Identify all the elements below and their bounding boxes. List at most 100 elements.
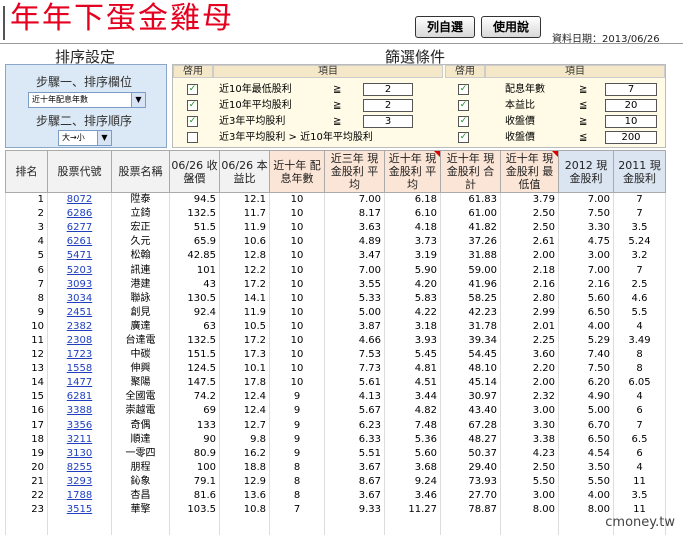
stock-code-link[interactable]: 1788 (67, 490, 92, 501)
filter-checkbox[interactable]: ✓ (187, 84, 198, 95)
stock-code-link[interactable]: 6281 (67, 391, 92, 402)
table-cell[interactable]: 1558 (47, 361, 112, 376)
col-header-3y-avg[interactable]: 近三年 現金股利 平均 (324, 150, 385, 193)
table-cell: 4.66 (324, 333, 385, 348)
table-cell[interactable]: 2451 (47, 305, 112, 320)
table-cell[interactable]: 2382 (47, 319, 112, 334)
comment-marker-icon (552, 151, 558, 157)
col-header-2011[interactable]: 2011 現金股利 (613, 150, 666, 193)
table-cell[interactable]: 3034 (47, 291, 112, 306)
table-cell[interactable]: 1788 (47, 488, 112, 503)
table-cell[interactable]: 3515 (47, 502, 112, 517)
table-cell: 65.9 (169, 234, 220, 249)
table-cell: 3.46 (384, 488, 441, 503)
filter-checkbox[interactable]: ✓ (458, 132, 469, 143)
chevron-down-icon[interactable]: ▼ (97, 131, 111, 145)
table-cell[interactable]: 3356 (47, 418, 112, 433)
stock-code-link[interactable]: 2308 (67, 335, 92, 346)
filter-value-input[interactable]: 10 (605, 115, 657, 128)
filter-checkbox[interactable]: ✓ (187, 116, 198, 127)
table-cell[interactable]: 6261 (47, 234, 112, 249)
col-header-pe[interactable]: 06/26 本益比 (219, 150, 270, 193)
stock-code-link[interactable]: 3130 (67, 448, 92, 459)
stock-code-link[interactable]: 1558 (67, 363, 92, 374)
stock-code-link[interactable]: 3034 (67, 293, 92, 304)
table-cell[interactable]: 5471 (47, 248, 112, 263)
table-cell: 2.01 (500, 319, 559, 334)
filter-checkbox[interactable]: ✓ (458, 116, 469, 127)
table-cell[interactable]: 8072 (47, 192, 112, 207)
table-cell: 6 (613, 446, 666, 461)
stock-code-link[interactable]: 5203 (67, 265, 92, 276)
col-header-rank[interactable]: 排名 (5, 150, 48, 193)
title-left-bar (3, 6, 5, 40)
stock-code-link[interactable]: 3388 (67, 405, 92, 416)
stock-code-link[interactable]: 3093 (67, 279, 92, 290)
table-row: 10 2382 廣達 63 10.5 10 3.87 3.18 31.78 2.01 4.00 4 (5, 319, 666, 334)
table-cell[interactable]: 6286 (47, 206, 112, 221)
table-cell[interactable]: 6277 (47, 220, 112, 235)
table-cell[interactable]: 3388 (47, 403, 112, 418)
table-cell: 4.00 (558, 319, 614, 334)
filter-checkbox[interactable] (187, 132, 198, 143)
col-header-10y-min[interactable]: 近十年 現金股利 最低值 (500, 150, 559, 193)
filter-value-input[interactable]: 20 (605, 99, 657, 112)
col-header-10y-total[interactable]: 近十年 現金股利 合計 (440, 150, 501, 193)
stock-code-link[interactable]: 6277 (67, 222, 92, 233)
filter-checkbox[interactable]: ✓ (187, 100, 198, 111)
stock-code-link[interactable]: 6286 (67, 208, 92, 219)
filter-value-input[interactable]: 2 (363, 83, 413, 96)
table-cell[interactable]: 5203 (47, 262, 112, 278)
stock-code-link[interactable]: 3211 (67, 434, 92, 445)
table-cell: 3.79 (500, 192, 559, 207)
stock-code-link[interactable]: 1477 (67, 377, 92, 388)
table-cell[interactable]: 1723 (47, 347, 112, 362)
stock-code-link[interactable]: 2451 (67, 307, 92, 318)
filter-value-input[interactable]: 2 (363, 99, 413, 112)
table-cell[interactable]: 3293 (47, 474, 112, 489)
table-cell: 順達 (111, 432, 170, 447)
table-cell[interactable]: 2308 (47, 333, 112, 348)
table-cell: 9 (269, 403, 325, 418)
chevron-down-icon[interactable]: ▼ (131, 93, 145, 107)
filter-label: 近3年平均股利 > 近10年平均股利 (219, 132, 373, 143)
table-cell: 147.5 (169, 375, 220, 390)
filter-checkbox[interactable]: ✓ (458, 100, 469, 111)
table-cell: 4.22 (384, 305, 441, 320)
col-header-dividend-years[interactable]: 近十年 配息年數 (269, 150, 325, 193)
stock-code-link[interactable]: 6261 (67, 236, 92, 247)
stock-code-link[interactable]: 2382 (67, 321, 92, 332)
table-cell[interactable]: 6281 (47, 389, 112, 404)
stock-code-link[interactable]: 3293 (67, 476, 92, 487)
filter-value-input[interactable]: 3 (363, 115, 413, 128)
stock-code-link[interactable]: 3356 (67, 420, 92, 431)
col-header-10y-avg[interactable]: 近十年 現金股利 平均 (384, 150, 441, 193)
add-to-watchlist-button[interactable]: 列自選 (415, 16, 475, 38)
table-cell: 3.55 (324, 277, 385, 292)
sort-order-select[interactable]: 大→小 ▼ (58, 130, 112, 146)
stock-code-link[interactable]: 8255 (67, 462, 92, 473)
stock-code-link[interactable]: 1723 (67, 349, 92, 360)
header-divider (0, 43, 683, 44)
table-cell: 8.00 (500, 502, 559, 517)
table-cell[interactable]: 8255 (47, 460, 112, 475)
stock-code-link[interactable]: 5471 (67, 250, 92, 261)
table-cell: 15 (5, 389, 48, 404)
stock-code-link[interactable]: 8072 (67, 194, 92, 205)
col-header-2012[interactable]: 2012 現金股利 (558, 150, 614, 193)
instructions-button[interactable]: 使用說 (481, 16, 541, 38)
stock-code-link[interactable]: 3515 (67, 504, 92, 515)
table-cell[interactable]: 3211 (47, 432, 112, 447)
filter-value-input[interactable]: 7 (605, 83, 657, 96)
filter-checkbox[interactable]: ✓ (458, 84, 469, 95)
table-cell[interactable]: 3093 (47, 277, 112, 292)
sort-field-select[interactable]: 近十年配息年數 ▼ (28, 92, 146, 108)
col-header-close-price[interactable]: 06/26 收盤價 (169, 150, 220, 193)
table-cell[interactable]: 3130 (47, 446, 112, 461)
filter-value-input[interactable]: 200 (605, 131, 657, 144)
table-cell[interactable]: 1477 (47, 375, 112, 390)
table-cell: 7.00 (558, 262, 614, 278)
col-header-stock-code[interactable]: 股票代號 (47, 150, 112, 193)
table-cell: 松翰 (111, 248, 170, 263)
col-header-stock-name[interactable]: 股票名稱 (111, 150, 170, 193)
